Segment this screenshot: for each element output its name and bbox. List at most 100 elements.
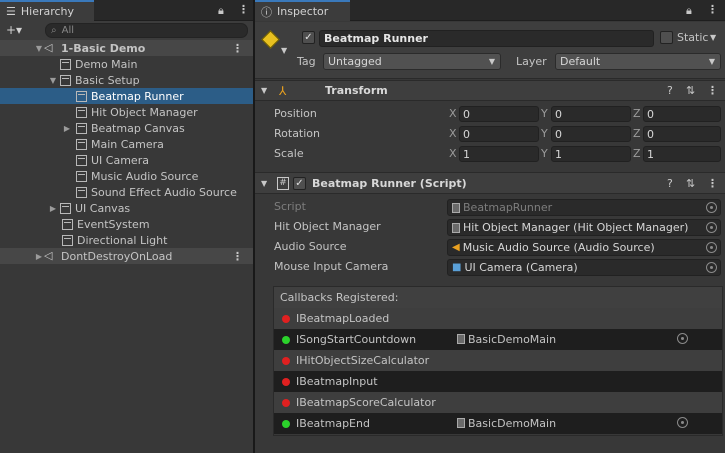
help-icon[interactable]: ?	[667, 84, 673, 97]
hierarchy-item-basic-setup[interactable]: ▼ Basic Setup	[0, 72, 253, 88]
hierarchy-item-ui-camera[interactable]: UI Camera	[0, 152, 253, 168]
callback-row: ISongStartCountdown BasicDemoMain	[274, 329, 722, 350]
hierarchy-item-scene-dontdestroyonload[interactable]: ▶ ◁ DontDestroyOnLoad ⋮	[0, 248, 253, 264]
hierarchy-item-eventsystem[interactable]: EventSystem	[0, 216, 253, 232]
scale-z-label[interactable]: Z	[633, 147, 641, 160]
hit-object-manager-field[interactable]: Hit Object Manager (Hit Object Manager)	[447, 219, 721, 236]
callback-row: IBeatmapEnd BasicDemoMain	[274, 413, 722, 434]
script-file-icon	[457, 418, 465, 428]
object-picker-icon	[706, 202, 717, 213]
object-picker-icon[interactable]	[677, 417, 688, 428]
preset-icon[interactable]: ⇅	[686, 177, 695, 190]
scale-x-field[interactable]: 1	[459, 146, 539, 162]
rotation-z-label[interactable]: Z	[633, 127, 641, 140]
info-icon: ⓘ	[261, 5, 272, 19]
rotation-z-field[interactable]: 0	[643, 126, 721, 142]
inspector-panel: ⓘ Inspector 🔒︎ ⋮ ▼ ✓ Beatmap Runner Stat…	[255, 0, 725, 453]
callback-name: IBeatmapInput	[296, 375, 378, 388]
rotation-y-label[interactable]: Y	[541, 127, 548, 140]
menu-kebab-icon[interactable]: ⋮	[707, 3, 718, 16]
item-label: Music Audio Source	[91, 169, 199, 183]
rotation-x-field[interactable]: 0	[459, 126, 539, 142]
collapse-arrow-icon[interactable]: ▶	[62, 124, 72, 133]
position-y-label[interactable]: Y	[541, 107, 548, 120]
tab-inspector[interactable]: ⓘ Inspector	[255, 0, 350, 21]
object-name-field[interactable]: Beatmap Runner	[319, 30, 654, 47]
object-picker-icon[interactable]	[706, 262, 717, 273]
tag-dropdown[interactable]: Untagged ▼	[323, 53, 501, 70]
mouse-input-camera-field[interactable]: ■ UI Camera (Camera)	[447, 259, 721, 276]
transform-header[interactable]: ▼ ⅄ Transform ? ⇅ ⋮	[255, 80, 725, 101]
hierarchy-item-scene-1-basic-demo[interactable]: ▼ ◁ 1-Basic Demo ⋮	[0, 40, 253, 56]
component-enabled-checkbox[interactable]: ✓	[293, 176, 306, 190]
scale-x-label[interactable]: X	[449, 147, 457, 160]
rotation-y-field[interactable]: 0	[551, 126, 631, 142]
collapse-arrow-icon[interactable]: ▶	[48, 204, 58, 213]
component-menu-icon[interactable]: ⋮	[707, 177, 718, 190]
static-checkbox[interactable]	[660, 31, 673, 44]
collapse-arrow-icon[interactable]: ▶	[34, 252, 44, 261]
menu-kebab-icon[interactable]: ⋮	[238, 3, 249, 16]
item-label: Directional Light	[77, 233, 168, 247]
hierarchy-item-sound-effect-audio-source[interactable]: Sound Effect Audio Source	[0, 184, 253, 200]
layer-dropdown[interactable]: Default ▼	[555, 53, 721, 70]
inspector-tab-label: Inspector	[277, 5, 329, 18]
object-picker-icon[interactable]	[706, 222, 717, 233]
scale-x-value: 1	[463, 147, 470, 161]
object-picker-icon[interactable]	[706, 242, 717, 253]
foldout-arrow-icon[interactable]: ▼	[261, 179, 271, 188]
help-icon[interactable]: ?	[667, 177, 673, 190]
item-label: Beatmap Runner	[91, 89, 184, 103]
position-x-label[interactable]: X	[449, 107, 457, 120]
icon-dropdown-arrow-icon[interactable]: ▼	[281, 46, 287, 55]
expand-arrow-icon[interactable]: ▼	[48, 76, 58, 85]
lock-icon[interactable]: 🔒︎	[218, 4, 224, 18]
static-label: Static	[677, 31, 709, 44]
rotation-x-label[interactable]: X	[449, 127, 457, 140]
script-component-header[interactable]: ▼ # ✓ Beatmap Runner (Script) ? ⇅ ⋮	[255, 172, 725, 194]
scale-y-field[interactable]: 1	[551, 146, 631, 162]
scale-y-value: 1	[555, 147, 562, 161]
callback-row: IBeatmapScoreCalculator	[274, 392, 722, 413]
script-file-icon	[457, 334, 465, 344]
callback-row: IHitObjectSizeCalculator	[274, 350, 722, 371]
camera-icon: ■	[452, 262, 462, 273]
hierarchy-search-input[interactable]: ⌕ All	[45, 23, 248, 38]
audio-source-field[interactable]: ◀ Music Audio Source (Audio Source)	[447, 239, 721, 256]
tab-hierarchy[interactable]: ☰ Hierarchy	[0, 0, 94, 21]
position-z-field[interactable]: 0	[643, 106, 721, 122]
hierarchy-item-ui-canvas[interactable]: ▶ UI Canvas	[0, 200, 253, 216]
hierarchy-item-music-audio-source[interactable]: Music Audio Source	[0, 168, 253, 184]
hierarchy-item-demo-main[interactable]: Demo Main	[0, 56, 253, 72]
position-y-field[interactable]: 0	[551, 106, 631, 122]
scene-kebab-icon[interactable]: ⋮	[232, 42, 243, 55]
scale-z-field[interactable]: 1	[643, 146, 721, 162]
static-dropdown-arrow-icon[interactable]: ▼	[710, 33, 716, 42]
hierarchy-item-beatmap-canvas[interactable]: ▶ Beatmap Canvas	[0, 120, 253, 136]
lock-icon[interactable]: 🔒︎	[686, 4, 692, 18]
expand-arrow-icon[interactable]: ▼	[34, 44, 44, 53]
component-menu-icon[interactable]: ⋮	[707, 84, 718, 97]
scene-kebab-icon[interactable]: ⋮	[232, 250, 243, 263]
gameobject-cube-icon	[76, 106, 87, 118]
active-checkbox[interactable]: ✓	[302, 31, 315, 44]
scale-y-label[interactable]: Y	[541, 147, 548, 160]
rotation-x-value: 0	[463, 127, 470, 141]
preset-icon[interactable]: ⇅	[686, 84, 695, 97]
chevron-down-icon: ▼	[488, 57, 495, 66]
hierarchy-item-hit-object-manager[interactable]: Hit Object Manager	[0, 104, 253, 120]
object-picker-icon[interactable]	[677, 333, 688, 344]
position-x-field[interactable]: 0	[459, 106, 539, 122]
script-value: BeatmapRunner	[463, 201, 553, 214]
chevron-down-icon: ▼	[708, 57, 715, 66]
hierarchy-item-main-camera[interactable]: Main Camera	[0, 136, 253, 152]
position-z-label[interactable]: Z	[633, 107, 641, 120]
hierarchy-item-beatmap-runner[interactable]: Beatmap Runner	[0, 88, 253, 104]
callback-row: IBeatmapLoaded	[274, 308, 722, 329]
item-label: EventSystem	[77, 217, 150, 231]
layer-label: Layer	[516, 55, 547, 68]
foldout-arrow-icon[interactable]: ▼	[261, 86, 271, 95]
item-label: UI Camera	[91, 153, 149, 167]
hierarchy-item-directional-light[interactable]: Directional Light	[0, 232, 253, 248]
add-button[interactable]: +▾	[6, 23, 22, 37]
